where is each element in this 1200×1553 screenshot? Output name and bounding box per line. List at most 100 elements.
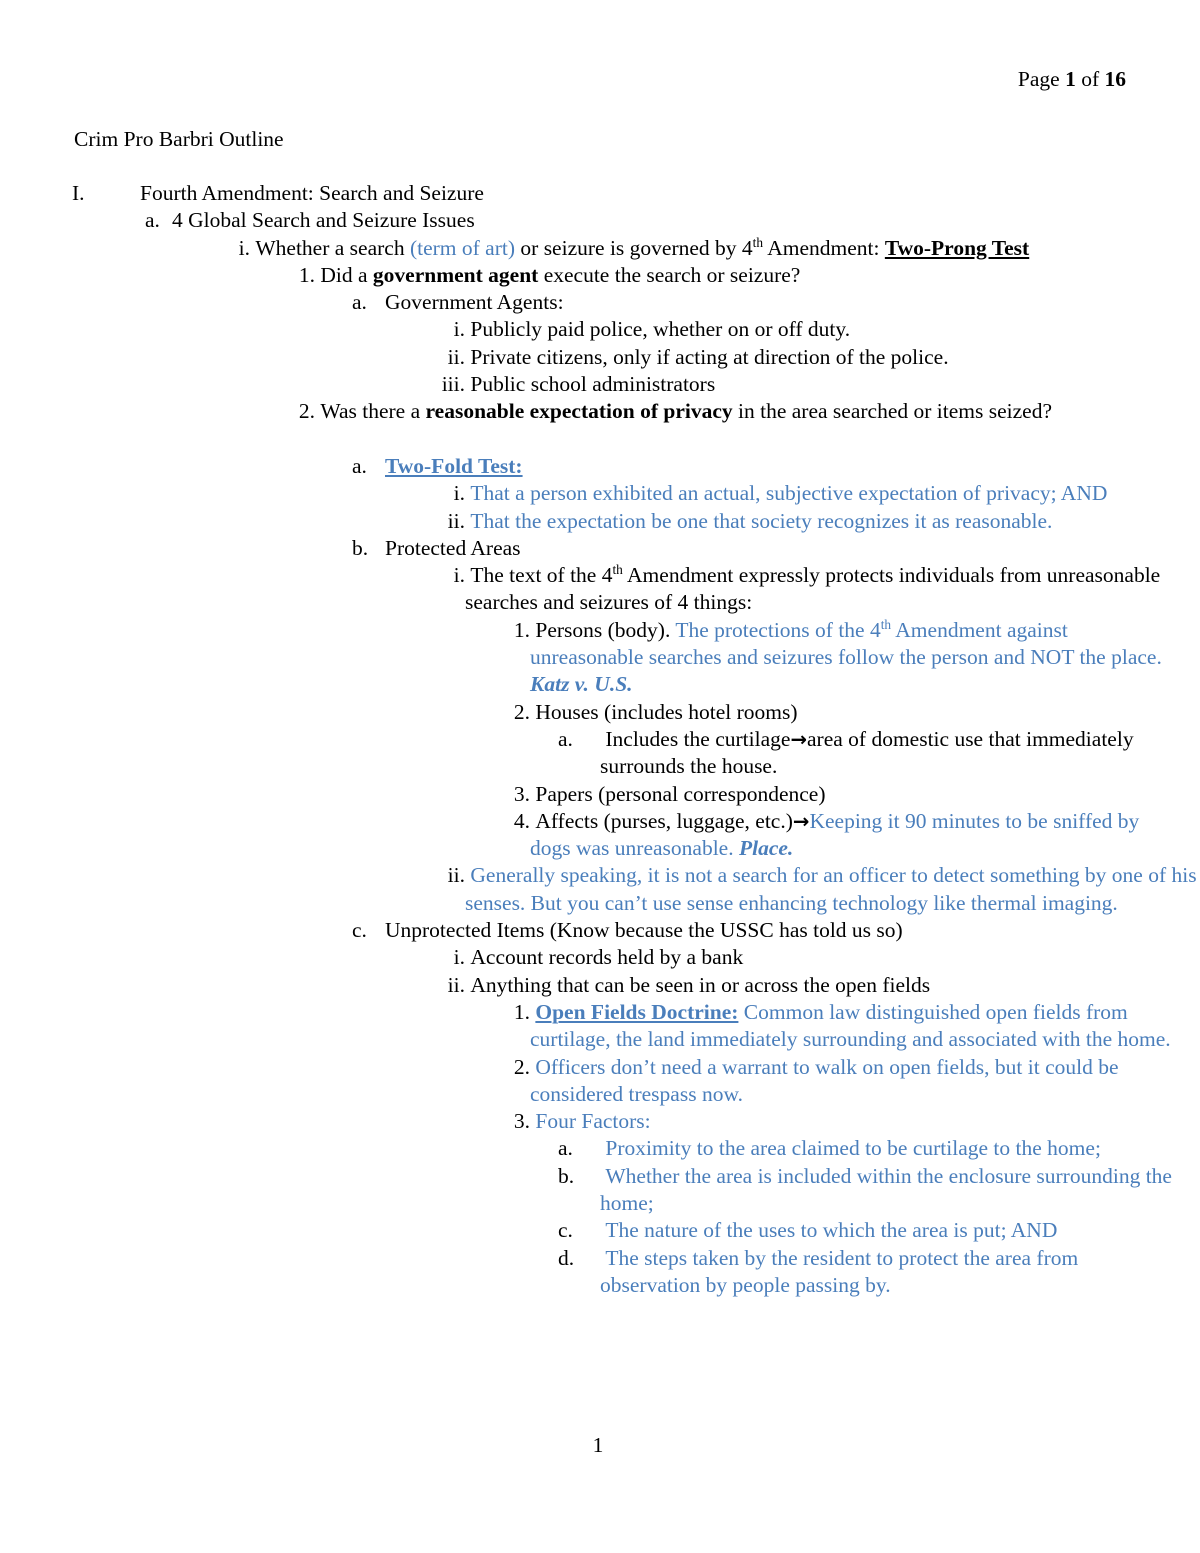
superscript-th: th [752,234,764,250]
text-run: The text of the 4 [470,563,613,588]
outline-item-b-enclosure: b. Whether the area is included within t… [0,1163,1200,1218]
list-marker: d. [558,1245,575,1270]
text-run-blue: Generally speaking, it is not a search f… [465,863,1197,915]
outline-item-i-two-prong: i. Whether a search (term of art) or sei… [0,235,1200,262]
list-marker: i. [453,563,465,588]
list-marker: 4. [513,808,530,833]
text-run: Private citizens, only if acting at dire… [470,344,949,369]
text-run-emphasis: reasonable expectation of privacy [425,399,733,424]
outline-item-c-unprotected-items: c. Unprotected Items (Know because the U… [0,917,1200,944]
outline-item-1-persons: 1. Persons (body). The protections of th… [0,617,1200,699]
header-page-number: 1 [1065,67,1076,91]
outline-item-a-curtilage: a. Includes the curtilage→area of domest… [0,726,1200,781]
outline-item-3-papers: 3. Papers (personal correspondence) [0,781,1200,808]
document-page: Page 1 of 16 Crim Pro Barbri Outline I. … [0,0,1200,1553]
list-marker: 3. [513,781,530,806]
outline-item-1-government-agent: 1. Did a government agent execute the se… [0,262,1200,289]
doctrine-label: Open Fields Doctrine: [535,999,739,1024]
text-run-emphasis: government agent [372,262,539,287]
text-run: Publicly paid police, whether on or off … [470,317,851,342]
outline-item-text: Open Fields Doctrine: Common law disting… [530,999,1178,1054]
text-run: Persons (body). [535,617,676,642]
outline-item-ii-open-fields: ii. Anything that can be seen in or acro… [0,972,1200,999]
outline-item-text: The nature of the uses to which the area… [600,1217,1178,1244]
text-run: execute the search or seizure? [538,262,801,287]
text-run: Was there a [320,399,426,424]
text-run-blue: Proximity to the area claimed to be curt… [605,1136,1101,1161]
outline-item-text: Affects (purses, luggage, etc.)→Keeping … [530,808,1178,863]
page-header: Page 1 of 16 [1018,66,1126,92]
outline-item-iii-public-school-administrators: iii. Public school administrators [0,371,1200,398]
outline-item-d-steps-taken: d. The steps taken by the resident to pr… [0,1245,1200,1300]
list-marker: c. [558,1218,573,1243]
page-footer: 1 [0,1432,1200,1458]
list-marker: 2. [513,1054,530,1079]
text-run: Includes the curtilage [605,726,791,751]
list-marker: 1. [513,617,530,642]
outline-item-i-publicly-paid-police: i. Publicly paid police, whether on or o… [0,316,1200,343]
blank-line-spacer [0,426,1200,453]
list-marker: a. [352,453,367,478]
outline-item-text: Whether the area is included within the … [600,1163,1178,1218]
right-arrow-icon: → [790,727,807,751]
outline-item-text: Fourth Amendment: Search and Seizure [140,181,484,205]
outline-item-2-houses: 2. Houses (includes hotel rooms) [0,699,1200,726]
list-marker: c. [352,918,367,943]
text-run: Anything that can be seen in or across t… [470,972,931,997]
text-run: in the area searched or items seized? [732,399,1052,424]
outline-item-text: Anything that can be seen in or across t… [465,972,1200,999]
list-marker: 1. [513,999,530,1024]
outline-item-ii-society-reasonable: ii. That the expectation be one that soc… [0,508,1200,535]
outline-item-text: Two-Fold Test: [385,453,523,478]
list-marker: i. [453,481,465,506]
outline-item-c-nature-of-uses: c. The nature of the uses to which the a… [0,1217,1200,1244]
text-run-blue: That a person exhibited an actual, subje… [470,481,1108,506]
outline-item-text: Four Factors: [530,1108,1178,1135]
outline-item-text: Whether a search (term of art) or seizur… [250,235,1165,262]
text-run: Papers (personal correspondence) [535,781,826,806]
outline-item-text: Protected Areas [385,535,521,560]
outline-item-text: Public school administrators [465,371,1200,398]
text-run-emphasis: Two-Prong Test [884,235,1030,260]
list-marker: 1. [298,262,315,287]
outline-item-text: Officers don’t need a warrant to walk on… [530,1054,1178,1109]
outline-item-a-global-issues: a. 4 Global Search and Seizure Issues [0,207,1200,234]
superscript-th: th [880,616,892,632]
text-run: Did a [320,262,373,287]
outline-item-text: That the expectation be one that society… [465,508,1200,535]
list-marker: i. [453,317,465,342]
list-marker: a. [145,208,160,233]
superscript-th: th [612,562,623,577]
outline-item-i-account-records: i. Account records held by a bank [0,944,1200,971]
list-marker: i. [453,945,465,970]
outline-item-2-reasonable-expectation: 2. Was there a reasonable expectation of… [0,398,1200,425]
outline-item-text: Did a government agent execute the searc… [315,262,1160,289]
outline-item-text: Was there a reasonable expectation of pr… [315,398,1160,425]
outline-item-a-proximity: a. Proximity to the area claimed to be c… [0,1135,1200,1162]
outline-item-ii-private-citizens: ii. Private citizens, only if acting at … [0,344,1200,371]
outline-item-text: 4 Global Search and Seizure Issues [172,208,475,233]
text-run: Affects (purses, luggage, etc.) [535,808,793,833]
list-marker: ii. [447,508,465,533]
outline-item-a-two-fold-test: a. Two-Fold Test: [0,453,1200,480]
outline-item-4-affects: 4. Affects (purses, luggage, etc.)→Keepi… [0,808,1200,863]
outline-item-text: Unprotected Items (Know because the USSC… [385,918,903,943]
text-run: Houses (includes hotel rooms) [535,699,798,724]
outline-body: I. Fourth Amendment: Search and Seizure … [0,180,1200,1299]
list-marker: ii. [447,344,465,369]
outline-item-i-subjective-expectation: i. That a person exhibited an actual, su… [0,480,1200,507]
case-citation: Katz v. U.S. [530,672,633,697]
outline-item-text: Account records held by a bank [465,944,1200,971]
document-title: Crim Pro Barbri Outline [74,127,284,151]
outline-item-text: Private citizens, only if acting at dire… [465,344,1200,371]
header-prefix-label: Page [1017,67,1060,91]
list-marker: a. [352,290,367,315]
text-run: Amendment: [763,235,885,260]
outline-item-text: Government Agents: [385,290,564,315]
case-citation: Place. [738,836,794,861]
list-marker: 2. [298,399,315,424]
footer-page-number: 1 [592,1433,604,1457]
list-marker: ii. [447,863,465,888]
outline-item-text: Houses (includes hotel rooms) [530,699,1178,726]
outline-item-ii-senses: ii. Generally speaking, it is not a sear… [0,862,1200,917]
